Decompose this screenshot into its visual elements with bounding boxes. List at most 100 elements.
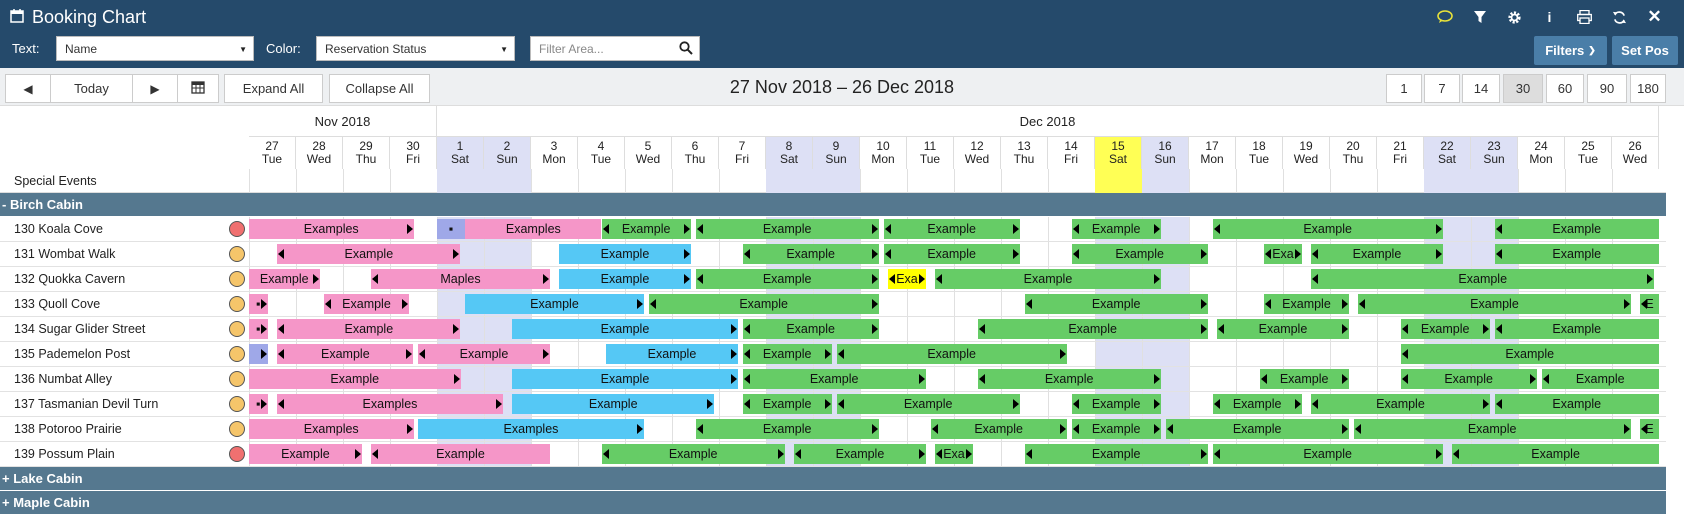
room-name[interactable]: 139 Possum Plain <box>14 447 115 461</box>
booking-bar[interactable]: Example <box>1071 244 1208 264</box>
booking-bar[interactable]: E <box>1640 294 1659 314</box>
room-name[interactable]: 131 Wombat Walk <box>14 247 115 261</box>
booking-bar[interactable]: Example <box>836 344 1067 364</box>
booking-bar[interactable]: Example <box>601 444 785 464</box>
chat-icon[interactable] <box>1427 7 1462 27</box>
booking-bar[interactable]: Example <box>512 319 738 339</box>
booking-bar[interactable]: Example <box>371 444 550 464</box>
zoom-button-7[interactable]: 7 <box>1424 74 1460 103</box>
filter-area-input[interactable]: Filter Area... <box>530 36 700 61</box>
close-icon[interactable]: ✕ <box>1637 7 1672 27</box>
booking-bar[interactable]: Example <box>1071 419 1161 439</box>
text-select[interactable]: Name ▼ <box>56 36 254 61</box>
prev-button[interactable]: ◀ <box>5 74 51 103</box>
zoom-button-180[interactable]: 180 <box>1630 74 1666 103</box>
booking-bar[interactable]: Example <box>883 219 1020 239</box>
filters-button[interactable]: Filters ❯ <box>1534 36 1607 65</box>
collapse-all-button[interactable]: Collapse All <box>329 74 430 103</box>
booking-bar[interactable]: Example <box>277 344 414 364</box>
booking-bar[interactable]: Example <box>249 369 461 389</box>
booking-bar[interactable]: ▪ <box>249 319 268 339</box>
group-header[interactable]: - Birch Cabin <box>0 193 1666 217</box>
booking-bar[interactable]: Example <box>836 394 1020 414</box>
room-name[interactable]: 132 Quokka Cavern <box>14 272 125 286</box>
booking-bar[interactable]: Example <box>1217 319 1349 339</box>
booking-bar[interactable]: Example <box>1541 369 1659 389</box>
room-name[interactable]: 135 Pademelon Post <box>14 347 130 361</box>
booking-bar[interactable]: Example <box>1212 394 1302 414</box>
zoom-button-60[interactable]: 60 <box>1546 74 1584 103</box>
booking-bar[interactable]: Exa <box>1264 244 1302 264</box>
booking-bar[interactable]: Example <box>1358 294 1631 314</box>
booking-bar[interactable]: Example <box>883 244 1020 264</box>
zoom-button-1[interactable]: 1 <box>1386 74 1422 103</box>
group-header[interactable]: + Lake Cabin <box>0 467 1666 491</box>
room-name[interactable]: 134 Sugar Glider Street <box>14 322 145 336</box>
booking-bar[interactable]: Example <box>559 269 691 289</box>
booking-bar[interactable]: Example <box>930 419 1067 439</box>
booking-bar[interactable]: Example <box>1400 369 1537 389</box>
booking-bar[interactable]: Example <box>1264 294 1349 314</box>
search-icon[interactable] <box>679 41 693 58</box>
booking-bar[interactable]: Example <box>695 419 879 439</box>
booking-bar[interactable]: Example <box>742 344 832 364</box>
booking-bar[interactable]: Examples <box>418 419 644 439</box>
calendar-picker-button[interactable] <box>177 74 219 103</box>
booking-bar[interactable]: Exa <box>935 444 973 464</box>
booking-bar[interactable]: Example <box>512 394 715 414</box>
booking-bar[interactable]: Example <box>1494 394 1659 414</box>
filter-icon[interactable] <box>1462 7 1497 27</box>
booking-bar[interactable]: Example <box>249 269 320 289</box>
booking-bar[interactable]: Examples <box>249 419 414 439</box>
room-name[interactable]: 137 Tasmanian Devil Turn <box>14 397 158 411</box>
booking-bar[interactable]: Example <box>465 294 644 314</box>
booking-bar[interactable]: Example <box>1024 444 1208 464</box>
zoom-button-14[interactable]: 14 <box>1462 74 1500 103</box>
booking-bar[interactable]: Example <box>1311 269 1655 289</box>
booking-bar[interactable]: Example <box>418 344 550 364</box>
room-name[interactable]: 138 Potoroo Prairie <box>14 422 122 436</box>
booking-bar[interactable]: Example <box>512 369 738 389</box>
booking-bar[interactable]: Example <box>977 319 1208 339</box>
next-button[interactable]: ▶ <box>132 74 178 103</box>
booking-bar[interactable]: Example <box>1071 394 1161 414</box>
booking-bar[interactable]: Example <box>742 244 879 264</box>
booking-bar[interactable]: Example <box>277 244 461 264</box>
booking-bar[interactable]: Examples <box>277 394 503 414</box>
booking-bar[interactable]: Example <box>648 294 879 314</box>
today-button[interactable]: Today <box>50 74 133 103</box>
booking-bar[interactable]: Example <box>935 269 1161 289</box>
info-icon[interactable]: i <box>1532 7 1567 27</box>
booking-bar[interactable]: Example <box>1452 444 1659 464</box>
booking-bar[interactable]: Example <box>1494 219 1659 239</box>
group-header[interactable]: + Maple Cabin <box>0 491 1666 515</box>
booking-bar[interactable]: Example <box>1071 219 1161 239</box>
booking-bar[interactable]: Example <box>742 394 832 414</box>
color-select[interactable]: Reservation Status ▼ <box>316 36 515 61</box>
booking-bar[interactable]: Example <box>1024 294 1208 314</box>
room-name[interactable]: 133 Quoll Cove <box>14 297 100 311</box>
booking-bar[interactable]: E <box>1640 419 1659 439</box>
booking-bar[interactable]: Example <box>559 244 691 264</box>
booking-bar[interactable]: Example <box>601 219 691 239</box>
print-icon[interactable] <box>1567 7 1602 27</box>
booking-bar[interactable]: Example <box>794 444 926 464</box>
booking-bar[interactable]: Example <box>1400 319 1490 339</box>
zoom-button-30[interactable]: 30 <box>1503 74 1543 103</box>
booking-bar[interactable]: Example <box>606 344 738 364</box>
room-name[interactable]: 136 Numbat Alley <box>14 372 112 386</box>
booking-bar[interactable]: Example <box>1212 444 1443 464</box>
booking-bar[interactable]: Example <box>1494 319 1659 339</box>
booking-bar[interactable]: Exa <box>888 269 926 289</box>
booking-bar[interactable]: Example <box>1311 244 1443 264</box>
set-pos-button[interactable]: Set Pos <box>1612 36 1678 65</box>
booking-bar[interactable]: Example <box>1212 219 1443 239</box>
booking-bar[interactable]: Example <box>1400 344 1659 364</box>
room-name[interactable]: 130 Koala Cove <box>14 222 103 236</box>
booking-bar[interactable]: ▪ <box>249 394 268 414</box>
booking-bar[interactable]: Example <box>1353 419 1631 439</box>
booking-bar[interactable]: ▪ <box>437 219 466 239</box>
booking-bar[interactable]: Example <box>1494 244 1659 264</box>
booking-bar[interactable]: Example <box>1259 369 1349 389</box>
booking-bar[interactable]: Example <box>977 369 1161 389</box>
